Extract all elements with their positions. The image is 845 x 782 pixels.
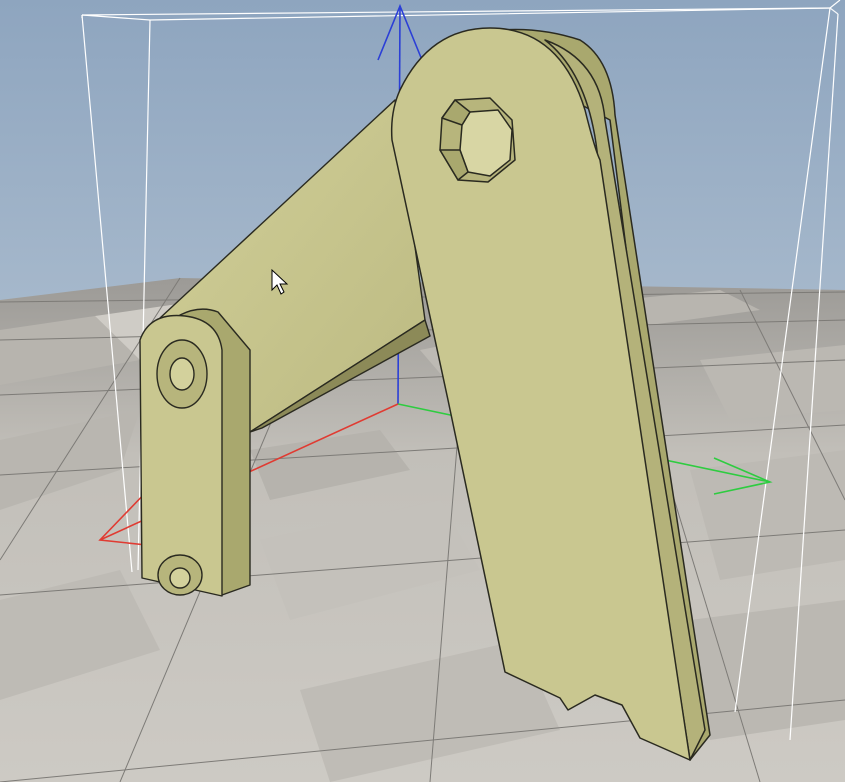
3d-viewport[interactable] (0, 0, 845, 782)
left-link[interactable] (139, 308, 251, 597)
floor-grid (0, 277, 845, 782)
